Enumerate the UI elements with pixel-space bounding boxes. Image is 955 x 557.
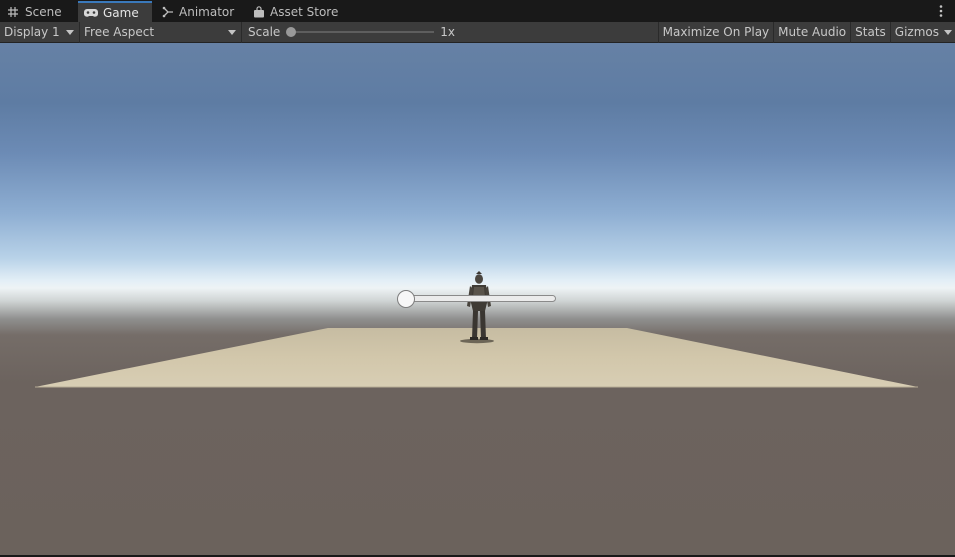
more-options-icon[interactable]	[935, 4, 947, 18]
game-toolbar: Display 1 Free Aspect Scale 1x Maximize …	[0, 21, 955, 43]
gamepad-icon	[84, 6, 98, 20]
ui-slider-handle[interactable]	[397, 290, 415, 308]
scale-label: Scale	[248, 25, 281, 39]
aspect-dropdown[interactable]: Free Aspect	[80, 21, 242, 43]
chevron-down-icon	[66, 29, 74, 35]
display-dropdown-label: Display 1	[4, 25, 60, 39]
display-dropdown[interactable]: Display 1	[0, 21, 80, 43]
game-view-window: Scene Game Animator Asset Store Display …	[0, 0, 955, 557]
chevron-down-icon	[228, 29, 236, 35]
tab-scene[interactable]: Scene	[0, 2, 78, 22]
tab-asset-store-label: Asset Store	[270, 5, 339, 19]
tab-strip: Scene Game Animator Asset Store	[0, 0, 955, 22]
gizmos-dropdown-arrow[interactable]	[941, 22, 955, 43]
stats-toggle[interactable]: Stats	[850, 21, 890, 43]
scale-control: Scale 1x	[242, 22, 455, 43]
tab-game-label: Game	[103, 5, 139, 20]
gizmos-toggle[interactable]: Gizmos	[889, 21, 941, 43]
tab-game[interactable]: Game	[78, 1, 152, 22]
scale-value: 1x	[440, 25, 456, 39]
tab-asset-store[interactable]: Asset Store	[244, 2, 344, 22]
scale-slider-thumb[interactable]	[286, 27, 297, 37]
mute-audio-toggle[interactable]: Mute Audio	[773, 21, 850, 43]
tab-scene-label: Scene	[25, 5, 62, 19]
aspect-dropdown-label: Free Aspect	[84, 25, 155, 39]
player-character	[460, 271, 494, 344]
maximize-on-play-toggle[interactable]: Maximize On Play	[657, 21, 774, 43]
ui-slider-track[interactable]	[405, 295, 556, 302]
game-viewport[interactable]	[0, 43, 955, 555]
tab-animator-label: Animator	[179, 5, 235, 19]
ui-slider[interactable]	[397, 290, 557, 308]
animator-icon	[162, 5, 174, 19]
scale-slider[interactable]	[286, 27, 435, 37]
grid-icon	[6, 5, 20, 19]
shopping-bag-icon	[253, 5, 265, 19]
tab-animator[interactable]: Animator	[152, 2, 244, 22]
